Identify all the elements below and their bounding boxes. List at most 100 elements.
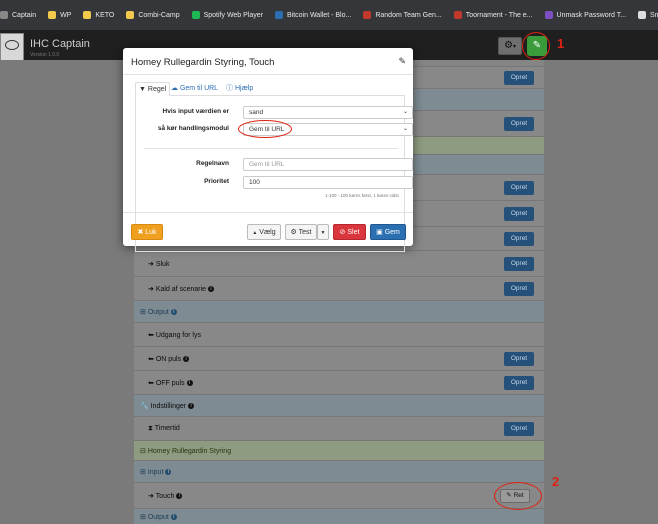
test-dropdown-button[interactable]: ▼ bbox=[317, 224, 329, 240]
bookmark-icon bbox=[453, 11, 462, 19]
info-icon: i bbox=[183, 356, 190, 363]
hourglass-icon: ⧗ bbox=[148, 425, 153, 432]
bookmark-item[interactable]: Combi-Camp bbox=[126, 11, 180, 19]
bookmark-item[interactable]: WP bbox=[48, 11, 71, 19]
bookmark-item[interactable]: KETO bbox=[83, 11, 114, 19]
row-label: Udgang for lys bbox=[155, 332, 201, 339]
rule-name-label: Regelnavn bbox=[196, 160, 229, 167]
section-header-output-2: ⊞ Output i bbox=[134, 508, 544, 524]
tab-gem-til-url[interactable]: ☁ Gem til URL bbox=[168, 82, 221, 96]
row-label: OFF puls bbox=[155, 380, 185, 387]
arrow-right-icon: ➜ bbox=[148, 261, 154, 268]
arrow-left-icon: ⬅ bbox=[148, 380, 154, 387]
caret-up-icon: ▲ bbox=[252, 230, 258, 236]
bookmark-item[interactable]: Toornament - The e... bbox=[453, 11, 533, 19]
filter-icon: ▼ bbox=[139, 86, 146, 93]
priority-label: Prioritet bbox=[204, 178, 229, 185]
bookmark-item[interactable]: Smart YouTube TV bbox=[638, 11, 658, 19]
opret-button[interactable]: Opret bbox=[504, 422, 534, 436]
cloud-upload-icon: ☁ bbox=[171, 85, 178, 92]
plus-square-icon: ⊞ bbox=[140, 469, 146, 476]
info-icon: i bbox=[170, 309, 177, 316]
module-label: så kør handlingsmodul bbox=[157, 125, 229, 132]
bookmark-icon bbox=[638, 11, 647, 19]
arrow-left-icon: ⬅ bbox=[148, 356, 154, 363]
row-label: Sluk bbox=[155, 261, 170, 268]
opret-button[interactable]: Opret bbox=[504, 71, 534, 85]
info-icon: i bbox=[176, 493, 183, 500]
row-label: Timertid bbox=[154, 425, 180, 432]
row-label: Kald af scenarie bbox=[155, 286, 207, 293]
input-value-label: Hvis input værdien er bbox=[162, 108, 229, 115]
opret-button[interactable]: Opret bbox=[504, 352, 534, 366]
opret-button[interactable]: Opret bbox=[504, 282, 534, 296]
list-item-off: ⬅ OFF puls i Opret bbox=[134, 370, 544, 394]
wrench-icon: 🔧 bbox=[140, 403, 149, 410]
arrow-right-icon: ➜ bbox=[148, 286, 154, 293]
gear-icon: ⚙ bbox=[504, 40, 513, 51]
info-icon: i bbox=[186, 380, 193, 387]
save-button[interactable]: ▣ Gem bbox=[370, 224, 406, 240]
app-logo bbox=[0, 33, 24, 63]
opret-button[interactable]: Opret bbox=[504, 207, 534, 221]
bookmark-icon bbox=[275, 11, 283, 19]
annotation-number-2: 2 bbox=[552, 474, 560, 489]
arrow-right-icon: ➜ bbox=[148, 493, 154, 500]
section-label: Output bbox=[147, 514, 169, 521]
tab-hjaelp[interactable]: ⓘ Hjælp bbox=[223, 82, 256, 96]
bookmark-icon bbox=[363, 11, 372, 19]
tab-regel[interactable]: ▼ Regel bbox=[135, 82, 171, 96]
info-icon: i bbox=[207, 286, 214, 293]
plus-square-icon: ⊞ bbox=[140, 309, 146, 316]
bookmark-item[interactable]: Random Team Gen... bbox=[363, 11, 442, 19]
input-value-select[interactable]: sand ⌄ bbox=[243, 106, 413, 119]
annotation-circle-edit bbox=[522, 32, 550, 60]
bookmark-item[interactable]: Unmask Password T... bbox=[544, 11, 626, 19]
bookmark-item[interactable]: Bitcoin Wallet - Blo... bbox=[275, 11, 351, 19]
row-label: Touch bbox=[155, 493, 175, 500]
group-label: Homey Rullegardin Styring bbox=[147, 448, 232, 455]
rule-modal: Homey Rullegardin Styring, Touch ✎ ▼ Reg… bbox=[123, 48, 413, 252]
list-item-sluk: ➜ Sluk Opret bbox=[134, 250, 544, 276]
bookmark-icon bbox=[544, 11, 553, 19]
app-title: IHC Captain bbox=[30, 38, 90, 50]
pencil-icon[interactable]: ✎ bbox=[398, 56, 406, 67]
opret-button[interactable]: Opret bbox=[504, 257, 534, 271]
section-header-indstillinger: 🔧 Indstillinger i bbox=[134, 394, 544, 416]
list-item-touch: ➜ Touch i ✎ Ret bbox=[134, 482, 544, 508]
bookmark-item[interactable]: Spotify Web Player bbox=[191, 11, 263, 19]
plus-square-icon: ⊞ bbox=[140, 514, 146, 521]
settings-dropdown-button[interactable]: ⚙▾ bbox=[498, 37, 522, 55]
list-item-kald: ➜ Kald af scenarie i Opret bbox=[134, 276, 544, 300]
opret-button[interactable]: Opret bbox=[504, 117, 534, 131]
bookmarks-bar: Captain WP KETO Combi-Camp Spotify Web Playe… bbox=[0, 0, 658, 30]
section-label: Indstillinger bbox=[150, 403, 187, 410]
priority-input[interactable]: 100 bbox=[243, 176, 413, 189]
divider bbox=[123, 212, 413, 213]
bookmark-icon bbox=[0, 11, 8, 19]
list-item-udgang: ⬅ Udgang for lys bbox=[134, 322, 544, 346]
delete-button[interactable]: ⊘ Slet bbox=[333, 224, 366, 240]
close-button[interactable]: ✖ Luk bbox=[131, 224, 163, 240]
modal-tabs: ▼ Regel ☁ Gem til URL ⓘ Hjælp bbox=[135, 82, 405, 96]
caret-down-icon: ▼ bbox=[320, 230, 326, 236]
rule-name-input[interactable]: Gem til URL bbox=[243, 158, 413, 171]
bookmark-item[interactable]: Captain bbox=[0, 11, 36, 19]
app-subtitle: Version 1.0.0 bbox=[30, 52, 60, 58]
modal-title: Homey Rullegardin Styring, Touch bbox=[131, 57, 275, 68]
annotation-number-1: 1 bbox=[557, 36, 565, 51]
close-icon: ✖ bbox=[137, 229, 144, 236]
test-button[interactable]: ⚙ Test bbox=[285, 224, 317, 240]
opret-button[interactable]: Opret bbox=[504, 181, 534, 195]
group-header-homey: ⊟ Homey Rullegardin Styring bbox=[134, 440, 544, 460]
opret-button[interactable]: Opret bbox=[504, 232, 534, 246]
minus-square-icon: ⊟ bbox=[140, 448, 146, 455]
question-icon: ⓘ bbox=[226, 85, 233, 92]
select-button[interactable]: ▲ Vælg bbox=[247, 224, 281, 240]
bookmark-icon bbox=[126, 11, 135, 19]
bookmark-icon bbox=[83, 11, 92, 19]
opret-button[interactable]: Opret bbox=[504, 376, 534, 390]
list-item-on: ⬅ ON puls i Opret bbox=[134, 346, 544, 370]
row-label: ON puls bbox=[155, 356, 182, 363]
priority-hint: 1-100 - 100 køres først, 1 køres sidst bbox=[325, 193, 399, 198]
